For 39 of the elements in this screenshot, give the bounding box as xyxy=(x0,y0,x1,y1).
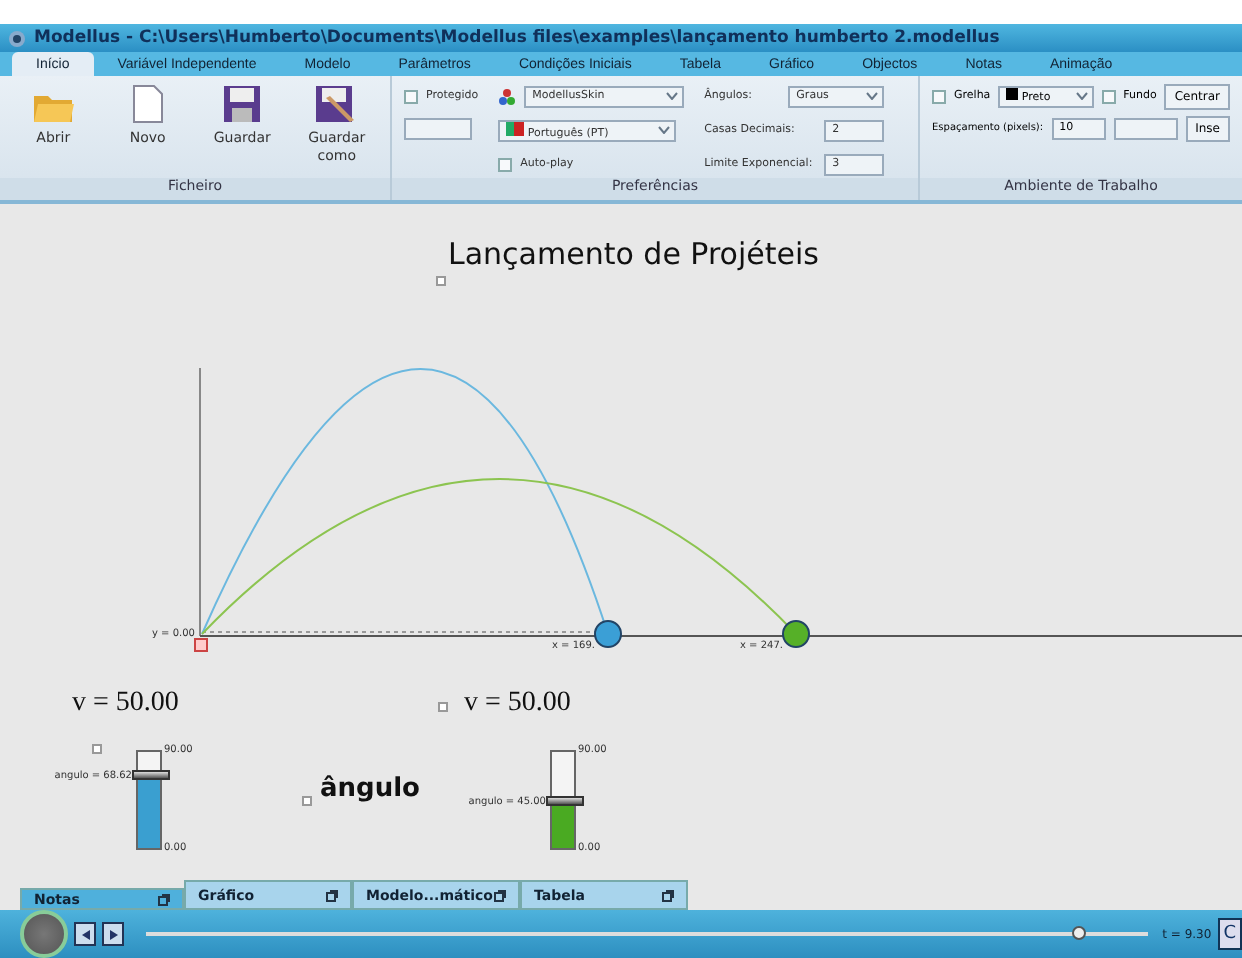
step-forward-button[interactable] xyxy=(102,922,124,946)
edge-button[interactable]: C xyxy=(1217,918,1242,950)
checkbox[interactable] xyxy=(404,89,418,103)
checkbox[interactable] xyxy=(932,89,946,103)
velocity-label: v = 50.00 xyxy=(464,688,571,720)
origin-marker xyxy=(194,638,208,652)
object-handle xyxy=(92,744,102,754)
input-field[interactable] xyxy=(1114,117,1178,139)
restore-icon xyxy=(158,893,170,905)
object-handle xyxy=(436,276,446,286)
input-field[interactable] xyxy=(404,118,472,140)
floppy-disk-pencil-icon xyxy=(314,84,359,124)
slider-thumb[interactable] xyxy=(546,796,584,806)
document-icon xyxy=(131,84,164,124)
right-arrow-icon xyxy=(109,929,117,939)
chevron-down-icon xyxy=(1075,92,1088,100)
chevron-down-icon xyxy=(658,126,671,134)
flag-icon xyxy=(506,121,525,135)
ball-marker xyxy=(782,620,810,648)
restore-icon xyxy=(326,889,338,901)
checkbox[interactable] xyxy=(1101,89,1116,103)
chevron-down-icon xyxy=(866,92,879,100)
object-handle xyxy=(302,796,312,806)
chevron-down-icon xyxy=(666,92,679,100)
restore-icon xyxy=(662,889,674,901)
left-arrow-icon xyxy=(81,929,89,939)
ball-marker xyxy=(594,620,622,648)
object-handle xyxy=(438,702,448,712)
canvas-title: Lançamento de Projéteis xyxy=(448,236,819,272)
checkbox[interactable] xyxy=(498,157,513,171)
slider-thumb[interactable] xyxy=(1072,926,1087,940)
angle-caption: ângulo xyxy=(320,774,420,804)
slider-thumb[interactable] xyxy=(132,770,170,781)
velocity-label: v = 50.00 xyxy=(72,688,179,720)
app-icon xyxy=(8,29,26,47)
step-back-button[interactable] xyxy=(74,922,96,946)
window-title-text: Modellus - C:\Users\Humberto\Documents\Modellus files\examples\lançamento humberto 2.modellus xyxy=(34,28,1000,48)
skin-icon xyxy=(498,87,517,105)
restore-icon xyxy=(494,889,506,901)
